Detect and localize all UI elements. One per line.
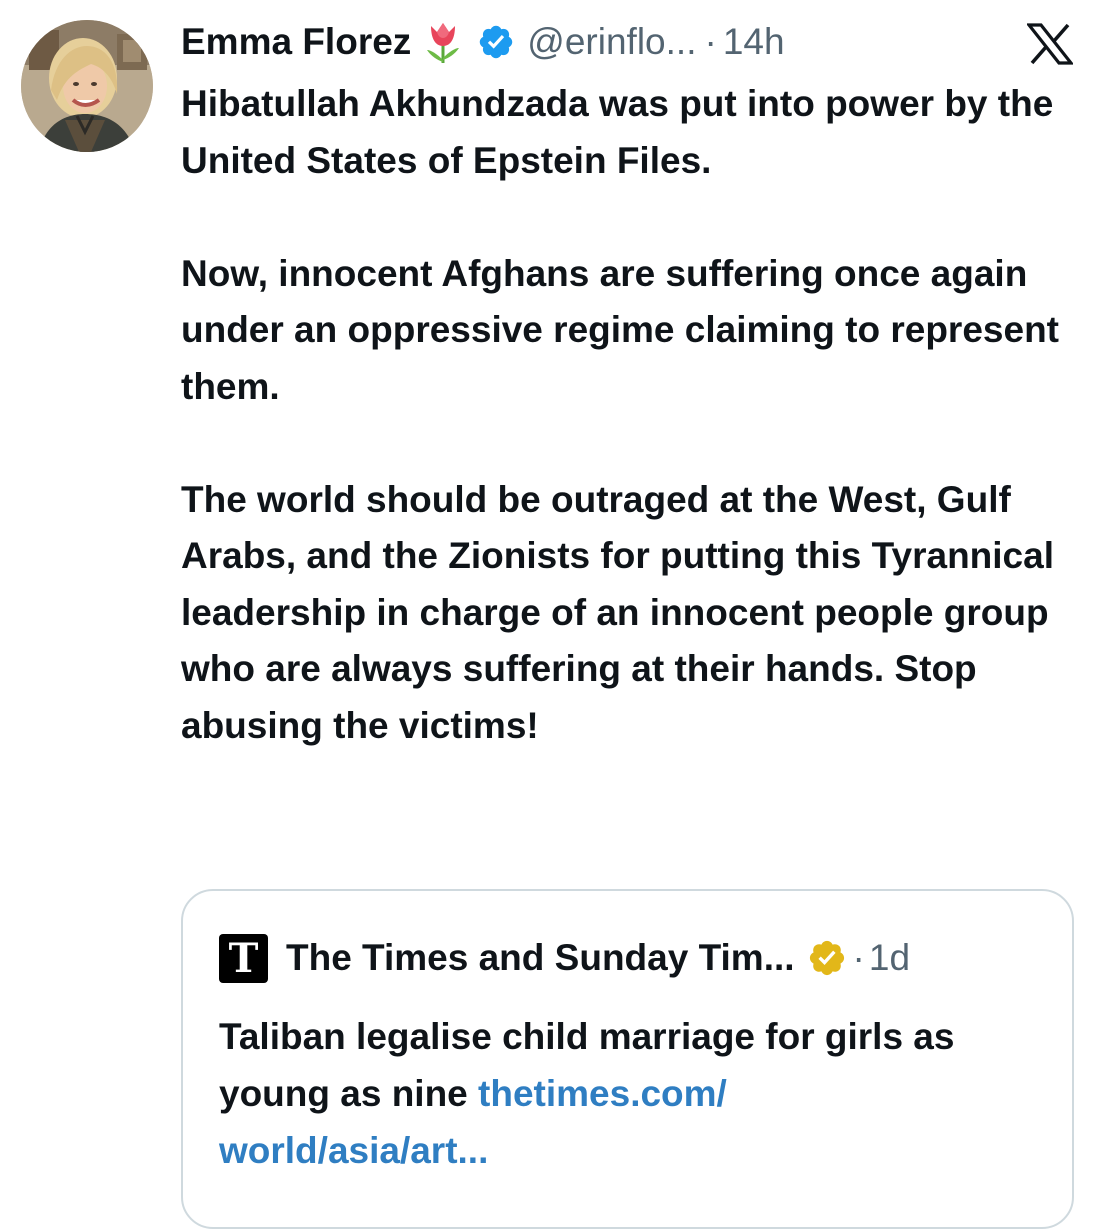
quoted-tweet-header: T The Times and Sunday Tim... · 1d [219,933,910,983]
author-name[interactable]: Emma Florez [181,18,411,66]
separator-dot: · [852,937,865,978]
author-avatar[interactable] [21,20,153,152]
tweet-timestamp[interactable]: 14h [723,18,785,66]
tweet-text: Hibatullah Akhundzada was put into power… [181,76,1081,754]
author-handle[interactable]: @erinflo... [527,18,696,66]
times-logo-icon: T [219,933,268,983]
article-link-part[interactable]: thetimes.com/ [478,1073,727,1114]
quoted-author-name[interactable]: The Times and Sunday Tim... [286,937,795,979]
article-link-part[interactable]: world/asia/art... [219,1130,488,1171]
quoted-tweet-card[interactable]: T The Times and Sunday Tim... · 1d Talib… [181,889,1074,1229]
tulip-icon [423,20,463,64]
gold-verified-badge-icon[interactable] [807,938,847,978]
quoted-tweet-text: Taliban legalise child marriage for girl… [219,1008,1039,1179]
avatar-image [21,20,153,152]
quoted-tweet-timestamp[interactable]: 1d [869,937,910,979]
separator-dot: · [704,21,717,62]
x-logo-icon[interactable] [1026,22,1074,66]
verified-badge-icon[interactable] [477,23,515,61]
tweet-paragraph: The world should be outraged at the West… [181,478,1054,746]
tweet-paragraph: Now, innocent Afghans are suffering once… [181,252,1059,407]
tweet-header: Emma Florez @erinflo... · 14h [181,18,785,66]
tweet-paragraph: Hibatullah Akhundzada was put into power… [181,83,1054,181]
